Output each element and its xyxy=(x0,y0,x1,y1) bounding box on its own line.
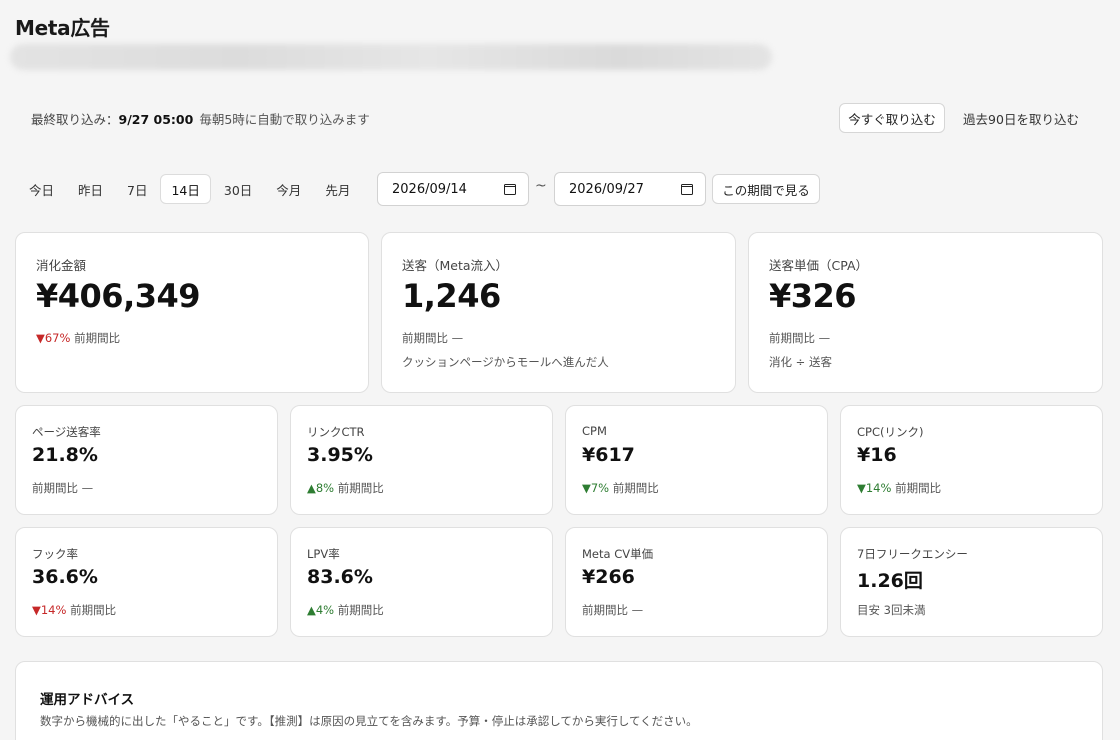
kpi-card-link-ctr: リンクCTR 3.95% ▲8% 前期間比 xyxy=(290,405,553,515)
kpi-delta: 前期間比 — xyxy=(582,603,644,617)
kpi-label: 消化金額 xyxy=(36,258,87,273)
delta-down-arrow-icon: ▼ xyxy=(36,331,45,345)
kpi-label: 送客（Meta流入） xyxy=(402,258,509,273)
delta-suffix: 前期間比 xyxy=(70,603,117,617)
kpi-value: ¥16 xyxy=(857,444,897,466)
view-period-button[interactable]: この期間で見る xyxy=(712,174,820,204)
kpi-delta: ▼14% 前期間比 xyxy=(857,480,941,496)
range-tabs: 今日 昨日 7日 14日 30日 今月 先月 xyxy=(18,174,361,204)
delta-suffix: 前期間比 xyxy=(337,603,384,617)
delta-percent: 7% xyxy=(590,481,610,495)
delta-up-arrow-icon: ▲ xyxy=(307,603,316,617)
delta-down-arrow-icon: ▼ xyxy=(857,481,866,495)
kpi-card-meta-cv-cost: Meta CV単価 ¥266 前期間比 — xyxy=(565,527,828,637)
kpi-label: 送客単価（CPA） xyxy=(769,258,869,273)
kpi-value: ¥326 xyxy=(769,277,857,315)
kpi-sub: クッションページからモールへ進んだ人 xyxy=(402,355,609,369)
range-tab-this-month[interactable]: 今月 xyxy=(265,174,312,204)
advice-card: 運用アドバイス 数字から機械的に出した「やること」です。【推測】は原因の見立てを… xyxy=(15,661,1103,740)
kpi-card-spend: 消化金額 ¥406,349 ▼67% 前期間比 xyxy=(15,232,369,393)
advice-title: 運用アドバイス xyxy=(40,692,135,708)
delta-suffix: 前期間比 xyxy=(74,331,121,345)
end-date-value: 2026/09/27 xyxy=(569,181,644,197)
kpi-delta: 前期間比 — xyxy=(32,481,94,495)
range-tab-7d[interactable]: 7日 xyxy=(116,174,158,204)
kpi-value: ¥617 xyxy=(582,444,635,466)
kpi-label: CPM xyxy=(582,424,607,438)
page-title: Meta広告 xyxy=(15,16,110,40)
last-import-time: 9/27 05:00 xyxy=(118,112,194,127)
kpi-card-traffic: 送客（Meta流入） 1,246 前期間比 — クッションページからモールへ進ん… xyxy=(381,232,736,393)
kpi-value: 83.6% xyxy=(307,566,373,588)
kpi-delta: ▲8% 前期間比 xyxy=(307,480,384,496)
end-date-input[interactable]: 2026/09/27 xyxy=(554,172,706,206)
kpi-label: LPV率 xyxy=(307,547,340,561)
kpi-label: フック率 xyxy=(32,547,78,561)
calendar-icon[interactable] xyxy=(504,183,516,195)
kpi-card-cpm: CPM ¥617 ▼7% 前期間比 xyxy=(565,405,828,515)
delta-percent: 14% xyxy=(865,481,892,495)
kpi-delta: 前期間比 — xyxy=(402,331,464,345)
kpi-card-lpv-rate: LPV率 83.6% ▲4% 前期間比 xyxy=(290,527,553,637)
delta-percent: 4% xyxy=(315,603,335,617)
kpi-delta: 前期間比 — xyxy=(769,331,831,345)
kpi-card-page-send-rate: ページ送客率 21.8% 前期間比 — xyxy=(15,405,278,515)
date-separator: ~ xyxy=(535,178,547,194)
range-tab-30d[interactable]: 30日 xyxy=(213,174,263,204)
start-date-input[interactable]: 2026/09/14 xyxy=(377,172,529,206)
delta-percent: 14% xyxy=(40,603,67,617)
delta-suffix: 前期間比 xyxy=(337,481,384,495)
range-tab-yesterday[interactable]: 昨日 xyxy=(67,174,114,204)
kpi-card-frequency: 7日フリークエンシー 1.26回 目安 3回未満 xyxy=(840,527,1103,637)
range-tab-last-month[interactable]: 先月 xyxy=(314,174,361,204)
kpi-value: ¥406,349 xyxy=(36,277,201,315)
delta-suffix: 前期間比 xyxy=(612,481,659,495)
import-now-button[interactable]: 今すぐ取り込む xyxy=(839,103,945,133)
delta-up-arrow-icon: ▲ xyxy=(307,481,316,495)
kpi-value: 36.6% xyxy=(32,566,98,588)
kpi-value: ¥266 xyxy=(582,566,635,588)
kpi-value: 1,246 xyxy=(402,277,501,315)
kpi-value: 21.8% xyxy=(32,444,98,466)
start-date-value: 2026/09/14 xyxy=(392,181,467,197)
kpi-sub: 消化 ÷ 送客 xyxy=(769,355,832,369)
delta-percent: 8% xyxy=(315,481,335,495)
delta-percent: 67% xyxy=(44,331,71,345)
kpi-label: CPC(リンク) xyxy=(857,425,924,439)
last-import-label: 最終取り込み： xyxy=(31,112,119,127)
kpi-card-cpc-link: CPC(リンク) ¥16 ▼14% 前期間比 xyxy=(840,405,1103,515)
kpi-delta: ▼14% 前期間比 xyxy=(32,602,116,618)
kpi-delta: ▼7% 前期間比 xyxy=(582,480,659,496)
calendar-icon[interactable] xyxy=(681,183,693,195)
range-tab-today[interactable]: 今日 xyxy=(18,174,65,204)
import-status: 最終取り込み：9/27 05:00 毎朝5時に自動で取り込みます xyxy=(31,109,370,128)
kpi-label: リンクCTR xyxy=(307,425,365,439)
auto-import-note: 毎朝5時に自動で取り込みます xyxy=(199,112,370,127)
blurred-subtitle xyxy=(10,44,772,70)
kpi-delta: ▲4% 前期間比 xyxy=(307,602,384,618)
delta-suffix: 前期間比 xyxy=(895,481,942,495)
delta-down-arrow-icon: ▼ xyxy=(32,603,41,617)
kpi-delta: ▼67% 前期間比 xyxy=(36,330,120,346)
kpi-card-cpa: 送客単価（CPA） ¥326 前期間比 — 消化 ÷ 送客 xyxy=(748,232,1103,393)
delta-down-arrow-icon: ▼ xyxy=(582,481,591,495)
kpi-label: 7日フリークエンシー xyxy=(857,547,968,561)
kpi-delta: 目安 3回未満 xyxy=(857,603,926,617)
import-90-days-button[interactable]: 過去90日を取り込む xyxy=(958,103,1084,133)
kpi-label: Meta CV単価 xyxy=(582,547,654,561)
advice-description: 数字から機械的に出した「やること」です。【推測】は原因の見立てを含みます。予算・… xyxy=(40,714,698,728)
kpi-value: 3.95% xyxy=(307,444,373,466)
kpi-card-hook-rate: フック率 36.6% ▼14% 前期間比 xyxy=(15,527,278,637)
range-tab-14d[interactable]: 14日 xyxy=(160,174,211,204)
kpi-label: ページ送客率 xyxy=(32,425,101,439)
kpi-value: 1.26回 xyxy=(857,570,923,592)
